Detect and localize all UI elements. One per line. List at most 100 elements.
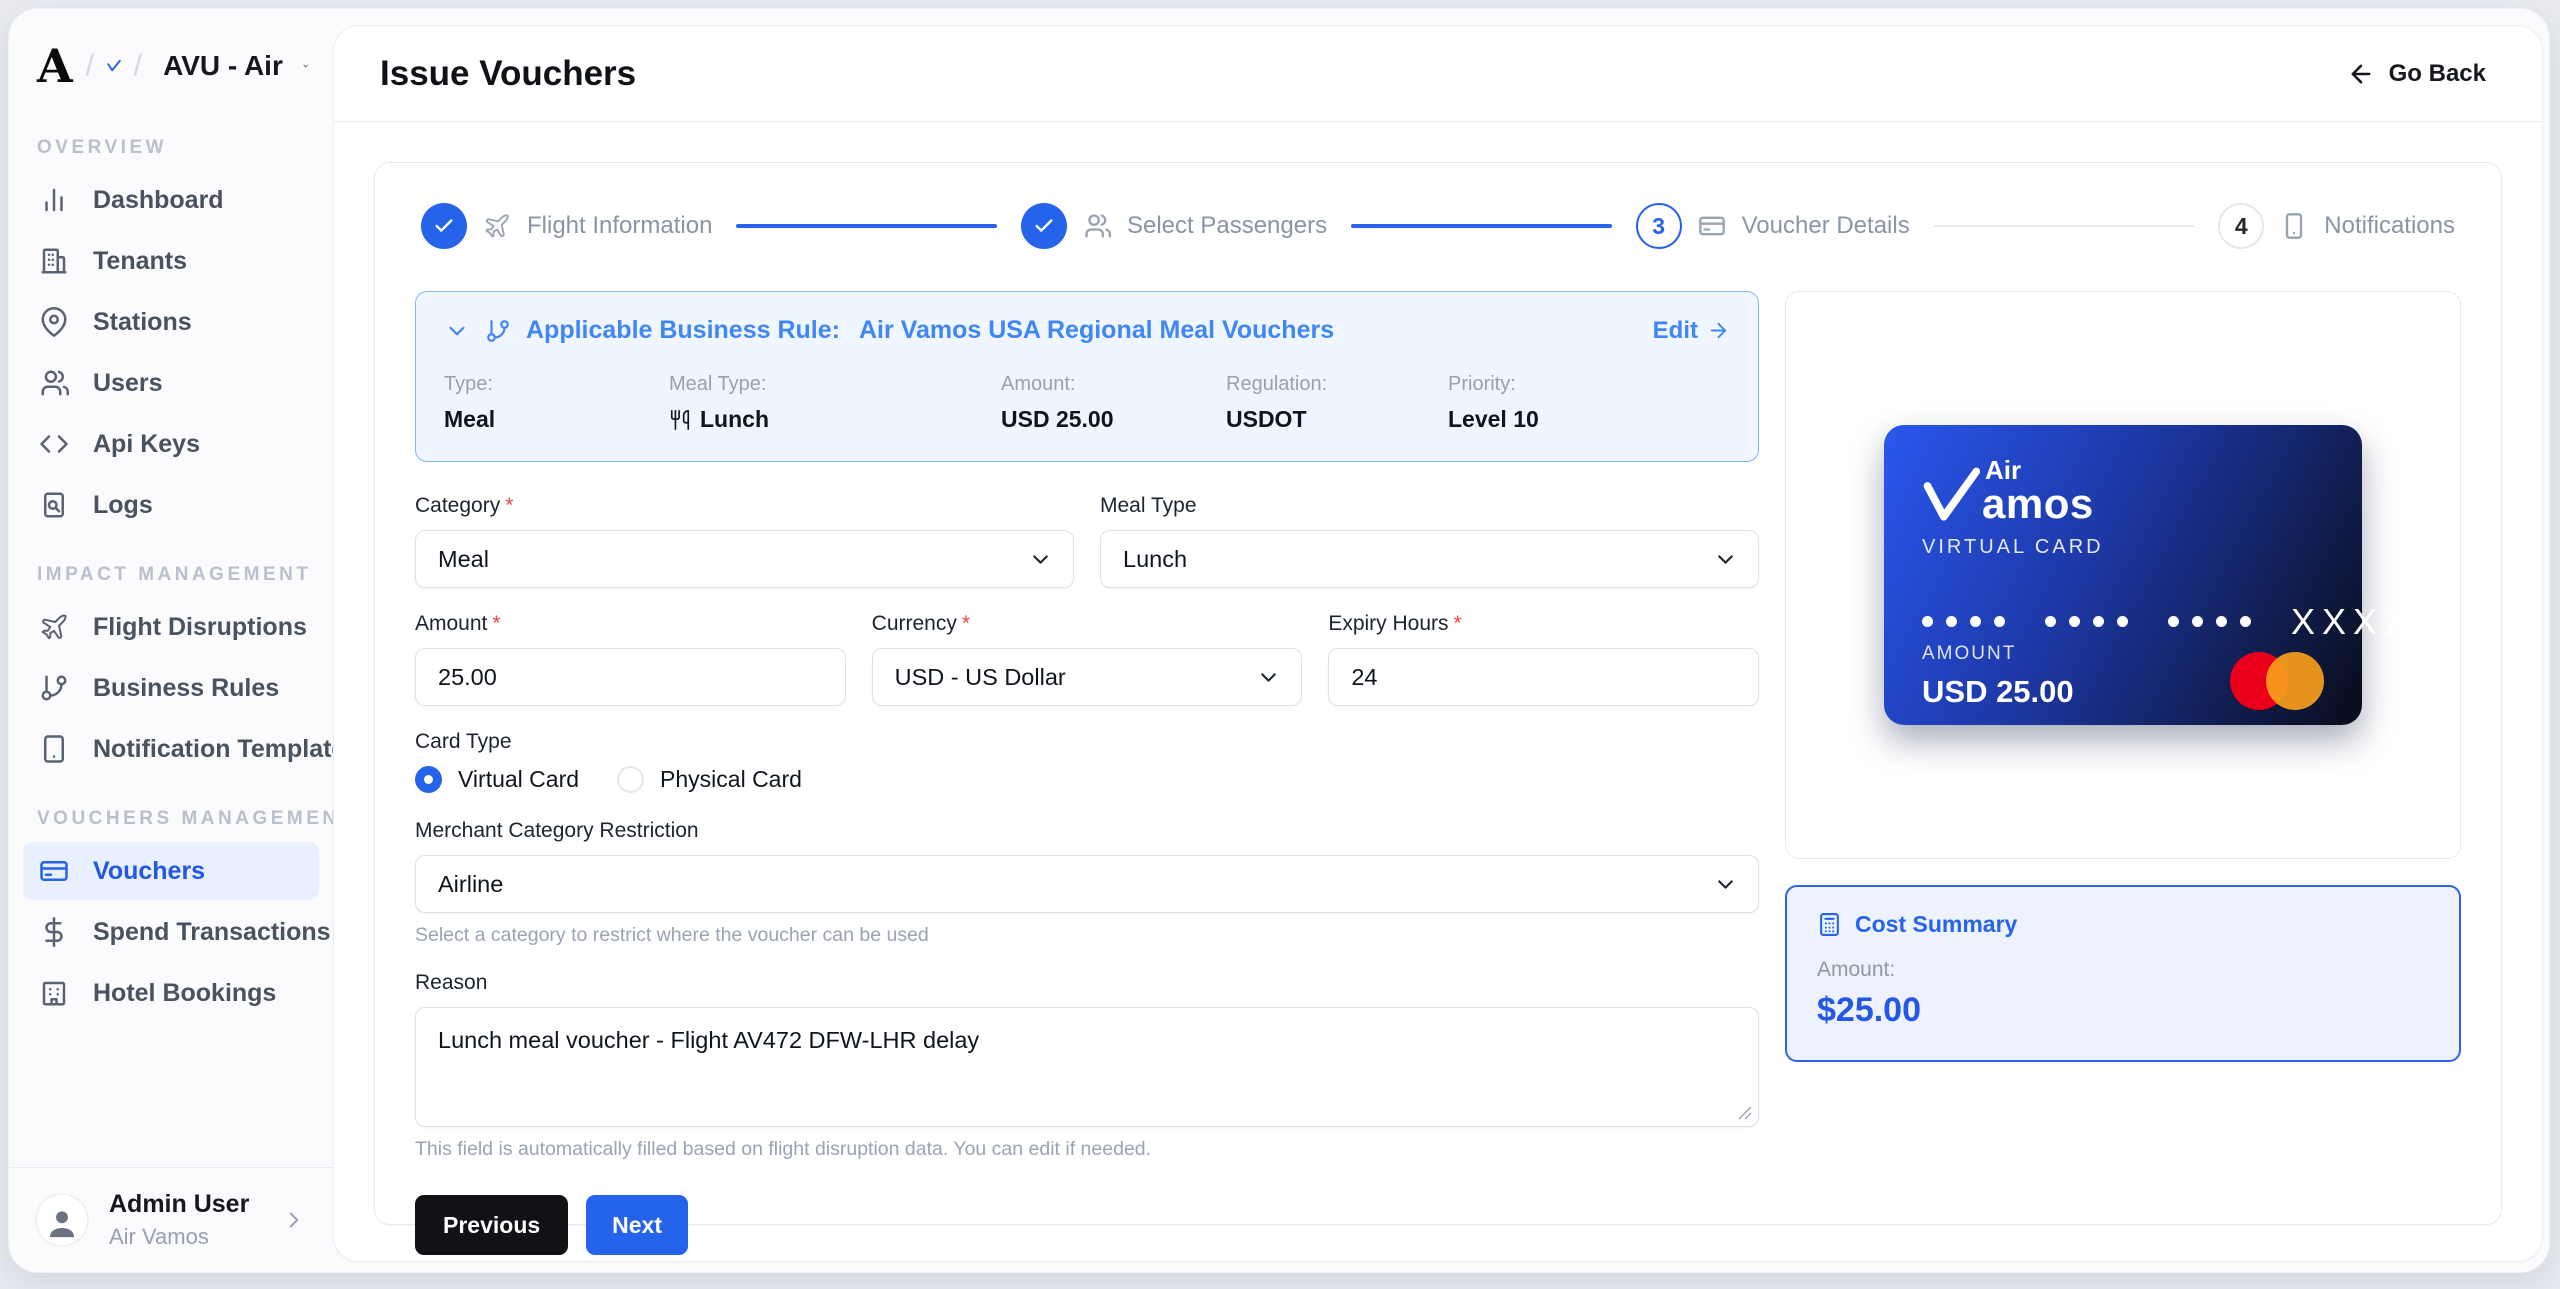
step-label: Select Passengers: [1126, 212, 1328, 239]
avatar: [35, 1193, 89, 1247]
rule-field-value: USDOT: [1226, 406, 1307, 432]
section-title-vouchers: VOUCHERS MANAGEMENT: [37, 808, 333, 829]
sidebar-item-label: Users: [93, 368, 163, 397]
sidebar-nav: OVERVIEW Dashboard Tenants Stations User…: [9, 101, 333, 1167]
breadcrumb-separator: /: [133, 49, 143, 82]
resize-handle-icon[interactable]: [1738, 1106, 1752, 1120]
brand-amos: amos: [1982, 480, 2094, 527]
meal-type-value: Lunch: [1123, 545, 1188, 572]
sidebar-item-flight-disruptions[interactable]: Flight Disruptions: [23, 598, 319, 656]
smartphone-icon: [2286, 213, 2303, 239]
sidebar-item-logs[interactable]: Logs: [23, 476, 319, 534]
sidebar-item-label: Notification Templates: [93, 734, 333, 763]
step-connector: [1933, 225, 2195, 227]
currency-label: Currency *: [871, 612, 971, 635]
sidebar-item-label: Logs: [93, 490, 153, 519]
card-number-masked: XXXX: [2291, 600, 2416, 642]
workspace-name: AVU - Air: [163, 50, 283, 81]
meal-type-select[interactable]: Lunch: [1100, 530, 1759, 588]
map-pin-icon: [41, 307, 67, 337]
category-value: Meal: [438, 545, 489, 572]
rule-field-label: Priority:: [1448, 373, 1516, 395]
sidebar-item-api-keys[interactable]: Api Keys: [23, 415, 319, 473]
chevron-down-icon: [1033, 555, 1048, 564]
step-label: Notifications: [2324, 212, 2455, 239]
page-title: Issue Vouchers: [380, 53, 637, 93]
sidebar-item-label: Flight Disruptions: [93, 612, 307, 641]
workspace-switcher[interactable]: A / / AVU - Air: [9, 9, 333, 101]
required-marker: *: [1453, 612, 1462, 635]
sidebar-item-tenants[interactable]: Tenants: [23, 232, 319, 290]
card-number-group: [1922, 616, 2005, 628]
currency-select[interactable]: USD - US Dollar: [871, 648, 1303, 706]
chevron-down-icon[interactable]: [302, 54, 309, 78]
user-menu[interactable]: Admin User Air Vamos: [9, 1167, 333, 1272]
card-bottom-row: AMOUNT USD 25.00: [1922, 643, 2324, 710]
wizard-stepper: Flight Information Select Passengers 3 V…: [421, 203, 2455, 249]
go-back-button[interactable]: Go Back: [2347, 60, 2486, 88]
sidebar-item-vouchers[interactable]: Vouchers: [23, 842, 319, 900]
rule-field-value: USD 25.00: [1001, 406, 1114, 432]
business-rule-name: Air Vamos USA Regional Meal Vouchers: [858, 316, 1335, 344]
card-type-caption: VIRTUAL CARD: [1922, 535, 2104, 558]
card-type-options: Virtual Card Physical Card: [415, 766, 1759, 793]
sidebar: A / / AVU - Air OVERVIEW Dashboard Tenan…: [9, 9, 333, 1272]
user-info: Admin User Air Vamos: [109, 1190, 249, 1250]
chevron-down-icon: [1718, 555, 1733, 564]
step-notifications[interactable]: 4 Notifications: [2218, 203, 2455, 249]
amount-input[interactable]: [415, 648, 846, 706]
previous-button[interactable]: Previous: [415, 1195, 569, 1255]
merchant-category-label: Merchant Category Restriction: [415, 819, 699, 842]
chevron-down-icon: [1261, 673, 1277, 682]
rule-field-type: Type: Meal: [444, 373, 669, 433]
expiry-hours-input[interactable]: [1328, 648, 1759, 706]
page-header: Issue Vouchers Go Back: [334, 26, 2542, 122]
chevron-down-icon[interactable]: [444, 318, 470, 344]
vamos-check-logo: [1923, 467, 1980, 521]
sidebar-item-label: Api Keys: [93, 429, 200, 458]
physical-card-radio[interactable]: Physical Card: [617, 766, 802, 793]
arrow-right-icon: [1710, 322, 1727, 339]
dollar-sign-icon: [45, 917, 63, 947]
step-flight-information[interactable]: Flight Information: [421, 203, 712, 249]
cost-summary-header: Cost Summary: [1817, 911, 2429, 938]
step-select-passengers[interactable]: Select Passengers: [1020, 203, 1328, 249]
step-check-circle: [1020, 203, 1067, 249]
step-number-circle: 4: [2218, 203, 2265, 249]
sidebar-item-dashboard[interactable]: Dashboard: [23, 171, 319, 229]
mastercard-icon: [2230, 651, 2324, 710]
merchant-category-helper: Select a category to restrict where the …: [415, 924, 929, 946]
sidebar-item-spend-transactions[interactable]: Spend Transactions: [23, 903, 331, 961]
category-select[interactable]: Meal: [415, 530, 1074, 588]
rule-field-regulation: Regulation: USDOT: [1226, 373, 1448, 433]
sidebar-item-stations[interactable]: Stations: [23, 293, 319, 351]
cost-summary-panel: Cost Summary Amount: $25.00: [1785, 885, 2461, 1062]
company-logo: A: [37, 39, 73, 93]
bar-chart-icon: [45, 188, 63, 212]
users-icon: [41, 370, 69, 396]
merchant-category-select[interactable]: Airline: [415, 855, 1759, 913]
edit-rule-link[interactable]: Edit: [1653, 317, 1730, 345]
edit-label: Edit: [1652, 316, 1698, 344]
reason-label: Reason: [415, 971, 488, 994]
next-button[interactable]: Next: [586, 1195, 689, 1255]
content-columns: Applicable Business Rule: Air Vamos USA …: [415, 291, 2461, 1255]
currency-field: Currency * USD - US Dollar: [871, 612, 1303, 706]
issue-voucher-card: Flight Information Select Passengers 3 V…: [374, 162, 2502, 1255]
virtual-card-radio[interactable]: Virtual Card: [415, 766, 579, 793]
reason-textarea[interactable]: Lunch meal voucher - Flight AV472 DFW-LH…: [415, 1007, 1759, 1127]
sidebar-item-label: Stations: [93, 307, 192, 336]
sidebar-item-notification-templates[interactable]: Notification Templates: [23, 720, 333, 778]
hotel-icon: [42, 981, 66, 1006]
required-marker: *: [505, 494, 514, 517]
reason-helper: This field is automatically filled based…: [415, 1138, 1152, 1160]
sidebar-item-users[interactable]: Users: [23, 354, 319, 412]
category-field: Category * Meal: [415, 494, 1074, 588]
step-voucher-details[interactable]: 3 Voucher Details: [1635, 203, 1910, 249]
sidebar-item-label: Dashboard: [93, 185, 224, 214]
form-actions: Previous Next: [415, 1195, 1759, 1255]
sidebar-item-hotel-bookings[interactable]: Hotel Bookings: [23, 964, 319, 1022]
amount-label: Amount *: [415, 612, 501, 635]
category-label: Category *: [415, 494, 514, 517]
sidebar-item-business-rules[interactable]: Business Rules: [23, 659, 319, 717]
